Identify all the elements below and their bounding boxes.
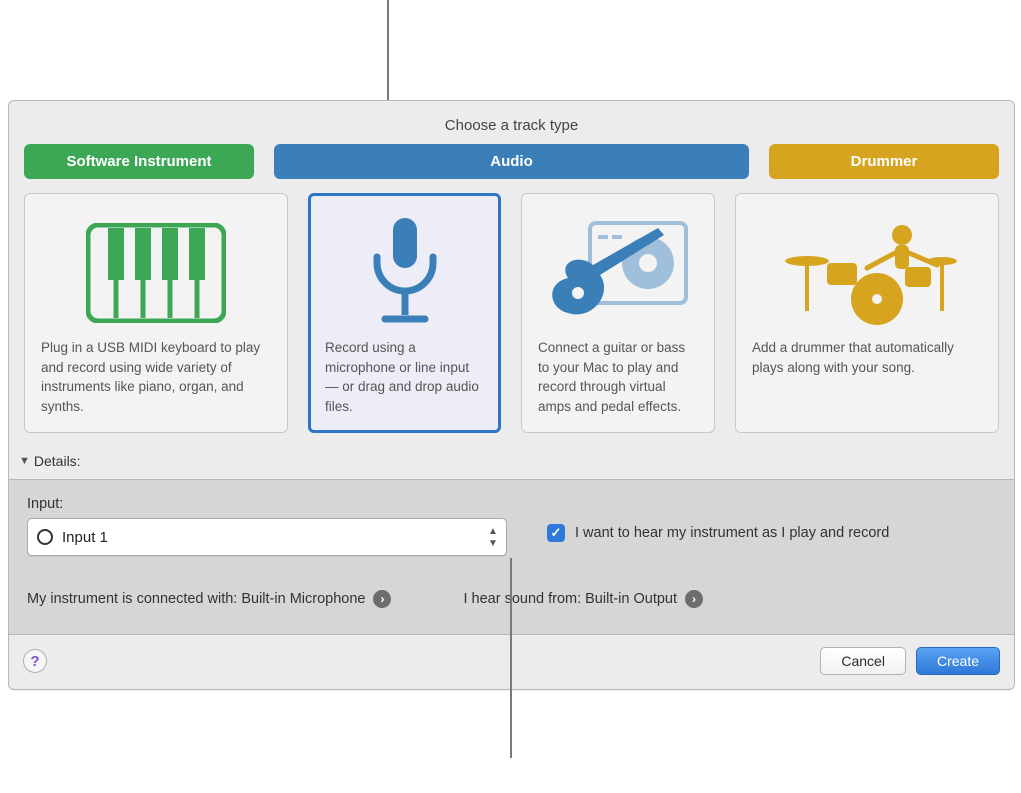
card-software-instrument[interactable]: Plug in a USB MIDI keyboard to play and … [24,193,288,433]
microphone-icon [325,208,484,338]
card-drummer[interactable]: Add a drummer that automatically plays a… [735,193,999,433]
monitor-checkbox-label: I want to hear my instrument as I play a… [575,525,889,541]
card-audio-microphone[interactable]: Record using a microphone or line input … [308,193,501,433]
card-audio-guitar[interactable]: Connect a guitar or bass to your Mac to … [521,193,715,433]
card-software-desc: Plug in a USB MIDI keyboard to play and … [41,338,271,416]
chevron-right-icon: › [373,590,391,608]
track-type-tabs: Software Instrument Audio Drummer [9,144,1014,179]
details-label: Details: [34,453,81,469]
callout-line-top [387,0,389,100]
guitar-amp-icon [538,208,698,338]
updown-icon: ▲▼ [480,526,506,549]
create-button[interactable]: Create [916,647,1000,675]
disclosure-triangle-icon: ▼ [19,455,30,467]
input-device-prefix: My instrument is connected with: [27,591,237,607]
chevron-right-icon: › [685,590,703,608]
input-label: Input: [27,496,507,512]
monitor-checkbox[interactable]: ✓ [547,524,565,542]
dialog-title: Choose a track type [9,101,1014,144]
input-mono-icon [28,528,62,546]
tab-drummer[interactable]: Drummer [769,144,999,179]
cancel-button[interactable]: Cancel [820,647,906,675]
output-device-value: Built-in Output [585,591,677,607]
track-type-cards: Plug in a USB MIDI keyboard to play and … [9,179,1014,449]
help-button[interactable]: ? [23,649,47,673]
details-disclosure[interactable]: ▼ Details: [9,449,1014,479]
input-select[interactable]: Input 1 ▲▼ [27,518,507,556]
callout-line-bottom [510,558,512,758]
keyboard-icon [41,208,271,338]
output-device-link[interactable]: I hear sound from: Built-in Output › [463,590,703,608]
card-drummer-desc: Add a drummer that automatically plays a… [752,338,982,377]
card-guitar-desc: Connect a guitar or bass to your Mac to … [538,338,698,416]
input-device-link[interactable]: My instrument is connected with: Built-i… [27,590,391,608]
tab-software-instrument[interactable]: Software Instrument [24,144,254,179]
output-device-prefix: I hear sound from: [463,591,581,607]
input-device-value: Built-in Microphone [241,591,365,607]
drummer-icon [752,208,982,338]
tab-audio[interactable]: Audio [274,144,749,179]
card-mic-desc: Record using a microphone or line input … [325,338,484,416]
input-value: Input 1 [62,529,480,546]
